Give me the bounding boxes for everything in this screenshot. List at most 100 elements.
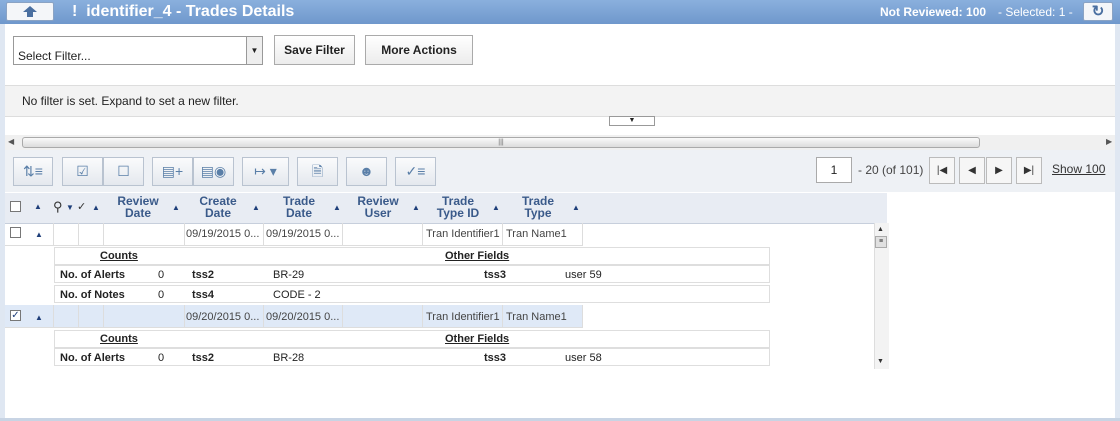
notes-label: No. of Notes bbox=[60, 289, 125, 301]
notes-value: 0 bbox=[158, 289, 165, 301]
trade-type-id-cell: Tran Identifier1 bbox=[426, 228, 500, 240]
scroll-down-icon[interactable]: ▼ bbox=[877, 358, 884, 365]
view-note-icon: ▤◉ bbox=[200, 163, 227, 179]
field-label: tss4 bbox=[192, 289, 215, 301]
empty-box-icon: ☐ bbox=[117, 163, 130, 179]
add-document-icon: 🗎 bbox=[311, 163, 324, 179]
trade-type-cell: Tran Name1 bbox=[506, 311, 567, 323]
field-value: BR-29 bbox=[273, 269, 305, 281]
up-arrow-icon bbox=[23, 6, 37, 17]
more-actions-button[interactable]: More Actions bbox=[365, 35, 473, 65]
field-label: tss3 bbox=[484, 269, 507, 281]
counts-header: Counts bbox=[100, 250, 138, 262]
column-order-icon: ⇅≡ bbox=[23, 163, 43, 179]
check-flag-icon[interactable]: ✓ bbox=[77, 200, 86, 213]
expand-filter-button[interactable]: ▼ bbox=[609, 116, 655, 126]
save-filter-button[interactable]: Save Filter bbox=[274, 35, 355, 65]
next-page-button[interactable]: ▶ bbox=[986, 157, 1012, 184]
sort-icon[interactable]: ▲ bbox=[492, 203, 500, 212]
show-100-link[interactable]: Show 100 bbox=[1052, 162, 1105, 176]
column-review-user[interactable]: Review User bbox=[348, 195, 408, 219]
chevron-down-icon[interactable]: ▼ bbox=[66, 203, 74, 212]
select-all-button[interactable]: ☑ bbox=[62, 157, 103, 186]
prev-page-button[interactable]: ◀ bbox=[959, 157, 985, 184]
scrollbar-thumb[interactable]: ||| bbox=[22, 137, 980, 148]
create-date-cell: 09/19/2015 0... bbox=[186, 228, 260, 240]
filter-select-value: Select Filter... bbox=[18, 49, 91, 63]
sort-icon[interactable]: ▲ bbox=[333, 203, 341, 212]
field-label: tss3 bbox=[484, 352, 507, 364]
column-review-date[interactable]: Review Date bbox=[109, 195, 167, 219]
add-document-button[interactable]: 🗎 bbox=[297, 157, 338, 186]
export-icon: ↦ ▾ bbox=[254, 163, 277, 179]
collapse-row-icon[interactable]: ▲ bbox=[35, 230, 43, 239]
chevron-down-icon: ▼ bbox=[628, 117, 636, 124]
collapse-row-icon[interactable]: ▲ bbox=[35, 313, 43, 322]
trade-type-cell: Tran Name1 bbox=[506, 228, 567, 240]
user-clock-icon: ☻ bbox=[359, 163, 374, 179]
checklist-icon: ✓≡ bbox=[405, 163, 426, 179]
export-button[interactable]: ↦ ▾ bbox=[242, 157, 289, 186]
counts-header: Counts bbox=[100, 333, 138, 345]
last-page-button[interactable]: ▶| bbox=[1016, 157, 1042, 184]
prev-page-icon: ◀ bbox=[968, 165, 976, 176]
selected-count: - Selected: 1 - bbox=[998, 5, 1073, 19]
sort-icon[interactable]: ▲ bbox=[172, 203, 180, 212]
row-checkbox[interactable] bbox=[10, 227, 21, 238]
filter-select[interactable]: Select Filter... ▼ bbox=[13, 36, 263, 65]
trade-date-cell: 09/20/2015 0... bbox=[266, 311, 340, 323]
sort-icon[interactable]: ▲ bbox=[92, 203, 100, 212]
field-value: user 59 bbox=[565, 269, 602, 281]
sort-columns-button[interactable]: ⇅≡ bbox=[13, 157, 53, 186]
page-title: ! identifier_4 - Trades Details bbox=[72, 3, 295, 20]
alerts-value: 0 bbox=[158, 352, 165, 364]
last-page-icon: ▶| bbox=[1023, 165, 1035, 176]
sort-icon[interactable]: ▲ bbox=[572, 203, 580, 212]
chevron-down-icon[interactable]: ▼ bbox=[246, 37, 262, 64]
page-range: - 20 (of 101) bbox=[858, 163, 924, 177]
view-notes-button[interactable]: ▤◉ bbox=[193, 157, 234, 186]
not-reviewed-count: Not Reviewed: 100 bbox=[880, 5, 987, 19]
alerts-label: No. of Alerts bbox=[60, 352, 125, 364]
field-value: CODE - 2 bbox=[273, 289, 321, 301]
scroll-right-icon[interactable]: ▶ bbox=[1106, 137, 1112, 146]
row-checkbox-checked[interactable]: ✓ bbox=[10, 310, 21, 321]
create-date-cell: 09/20/2015 0... bbox=[186, 311, 260, 323]
sort-icon[interactable]: ▲ bbox=[252, 203, 260, 212]
column-trade-type[interactable]: Trade Type bbox=[510, 195, 566, 219]
other-fields-header: Other Fields bbox=[445, 333, 510, 345]
alerts-label: No. of Alerts bbox=[60, 269, 125, 281]
deselect-all-button[interactable]: ☐ bbox=[103, 157, 144, 186]
first-page-button[interactable]: |◀ bbox=[929, 157, 955, 184]
alerts-value: 0 bbox=[158, 269, 165, 281]
column-create-date[interactable]: Create Date bbox=[190, 195, 246, 219]
mark-reviewed-button[interactable]: ✓≡ bbox=[395, 157, 436, 186]
column-trade-type-id[interactable]: Trade Type ID bbox=[428, 195, 488, 219]
filter-message: No filter is set. Expand to set a new fi… bbox=[22, 94, 239, 108]
scroll-left-icon[interactable]: ◀ bbox=[8, 137, 14, 146]
field-value: user 58 bbox=[565, 352, 602, 364]
header-checkbox[interactable] bbox=[10, 201, 21, 212]
detail-header-row bbox=[54, 330, 770, 348]
refresh-button[interactable]: ↻ bbox=[1083, 2, 1113, 21]
trade-date-cell: 09/19/2015 0... bbox=[266, 228, 340, 240]
add-note-icon: ▤+ bbox=[161, 163, 184, 179]
first-page-icon: |◀ bbox=[936, 165, 948, 176]
column-trade-date[interactable]: Trade Date bbox=[270, 195, 328, 219]
scrollbar-thumb[interactable]: ≡ bbox=[875, 236, 887, 248]
detail-header-row bbox=[54, 247, 770, 265]
field-value: BR-28 bbox=[273, 352, 305, 364]
lightbulb-icon[interactable]: ⚲ bbox=[53, 199, 63, 215]
field-label: tss2 bbox=[192, 269, 215, 281]
sort-icon[interactable]: ▲ bbox=[412, 203, 420, 212]
refresh-icon: ↻ bbox=[1091, 3, 1105, 20]
up-button[interactable] bbox=[6, 2, 54, 21]
next-page-icon: ▶ bbox=[995, 165, 1003, 176]
expand-all-icon[interactable]: ▲ bbox=[34, 202, 42, 211]
scroll-up-icon[interactable]: ▲ bbox=[877, 226, 884, 233]
page-input[interactable]: 1 bbox=[816, 157, 852, 183]
trade-type-id-cell: Tran Identifier1 bbox=[426, 311, 500, 323]
assign-user-button[interactable]: ☻ bbox=[346, 157, 387, 186]
add-note-button[interactable]: ▤+ bbox=[152, 157, 193, 186]
field-label: tss2 bbox=[192, 352, 215, 364]
